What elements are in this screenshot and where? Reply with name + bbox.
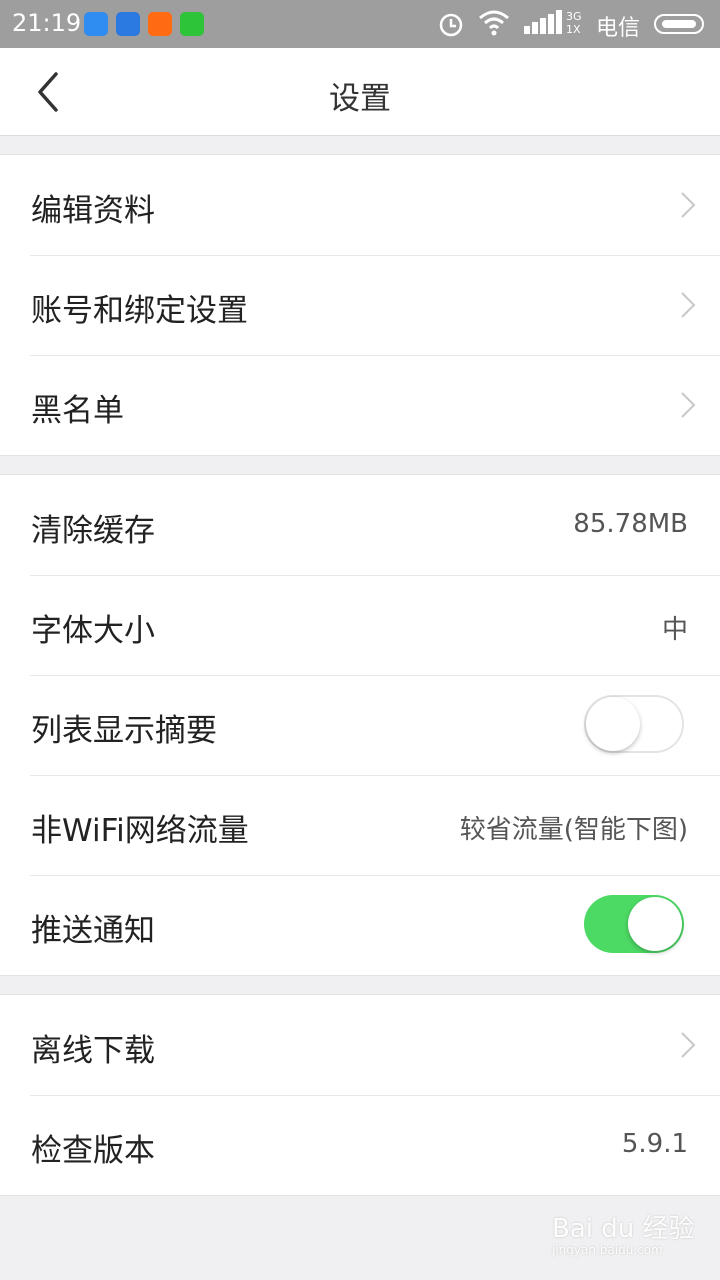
row-account-binding[interactable]: 账号和绑定设置: [0, 255, 720, 355]
status-bar: 21:19 3G 1X 电信: [0, 0, 720, 48]
app3-icon: [148, 12, 172, 36]
toggle-knob: [628, 897, 682, 951]
watermark: Bai du 经验 jingyan.baidu.com: [552, 1208, 695, 1257]
status-time: 21:19: [12, 9, 82, 37]
row-push-notification: 推送通知: [0, 875, 720, 975]
row-label: 离线下载: [31, 1033, 155, 1069]
battery-icon: [654, 14, 704, 34]
page-title: 设置: [329, 81, 391, 117]
chevron-right-icon: [681, 192, 696, 218]
row-offline-download[interactable]: 离线下载: [0, 995, 720, 1095]
row-edit-profile[interactable]: 编辑资料: [0, 155, 720, 255]
row-label: 列表显示摘要: [31, 713, 217, 749]
row-label: 非WiFi网络流量: [31, 813, 249, 849]
alarm-icon: [439, 13, 463, 37]
row-list-summary: 列表显示摘要: [0, 675, 720, 775]
push-notification-toggle[interactable]: [584, 895, 684, 953]
row-label: 账号和绑定设置: [31, 293, 248, 329]
carrier-label: 电信: [596, 16, 641, 41]
row-font-size[interactable]: 字体大小 中: [0, 575, 720, 675]
row-check-version[interactable]: 检查版本 5.9.1: [0, 1095, 720, 1195]
version-value: 5.9.1: [621, 1129, 688, 1159]
row-label: 字体大小: [31, 613, 155, 649]
chevron-right-icon: [681, 1032, 696, 1058]
toggle-knob: [586, 697, 640, 751]
signal-icon: [524, 10, 562, 34]
title-bar: 设置: [0, 48, 720, 136]
app4-icon: [180, 12, 204, 36]
row-blacklist[interactable]: 黑名单: [0, 355, 720, 455]
chevron-right-icon: [681, 392, 696, 418]
settings-group-general: 清除缓存 85.78MB 字体大小 中 列表显示摘要 非WiFi网络流量 较省流…: [0, 474, 720, 976]
app1-icon: [84, 12, 108, 36]
network-type: 3G 1X: [566, 10, 582, 36]
traffic-mode-value: 较省流量(智能下图): [459, 815, 688, 845]
wifi-icon: [479, 10, 509, 36]
app2-icon: [116, 12, 140, 36]
settings-group-account: 编辑资料 账号和绑定设置 黑名单: [0, 154, 720, 456]
list-summary-toggle[interactable]: [584, 695, 684, 753]
settings-group-other: 离线下载 检查版本 5.9.1: [0, 994, 720, 1196]
row-label: 黑名单: [31, 393, 124, 429]
font-size-value: 中: [661, 615, 688, 645]
chevron-right-icon: [681, 292, 696, 318]
row-label: 清除缓存: [31, 513, 155, 549]
cache-size-value: 85.78MB: [573, 509, 688, 539]
watermark-brand: Bai du 经验: [552, 1214, 695, 1244]
row-label: 检查版本: [31, 1133, 155, 1169]
row-non-wifi-traffic[interactable]: 非WiFi网络流量 较省流量(智能下图): [0, 775, 720, 875]
row-label: 编辑资料: [31, 193, 155, 229]
watermark-url: jingyan.baidu.com: [552, 1243, 663, 1257]
row-clear-cache[interactable]: 清除缓存 85.78MB: [0, 475, 720, 575]
row-label: 推送通知: [31, 913, 155, 949]
